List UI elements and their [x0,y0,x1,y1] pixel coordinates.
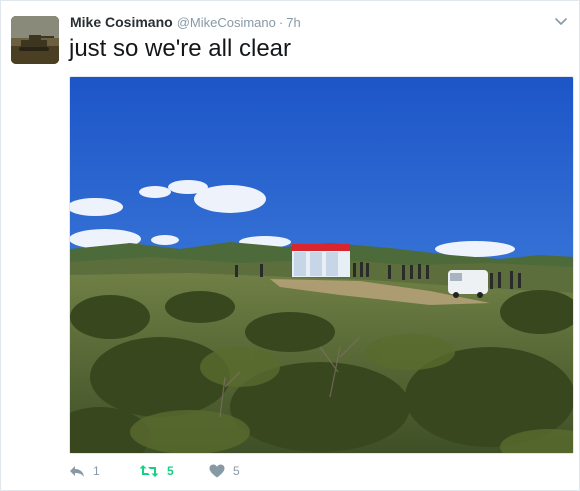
separator-dot: · [278,15,284,30]
tweet-actions: 1 5 5 [69,464,279,478]
reply-button[interactable]: 1 [69,464,139,478]
author-handle[interactable]: @MikeCosimano [177,15,276,30]
reply-count: 1 [93,464,100,478]
tweet-text: just so we're all clear [69,35,291,62]
tank-avatar-icon [11,16,59,64]
chevron-down-icon [555,18,567,25]
retweet-button[interactable]: 5 [139,464,209,478]
retweet-count: 5 [167,464,174,478]
like-count: 5 [233,464,240,478]
tweet-photo[interactable] [69,76,574,454]
heart-icon [209,464,225,478]
author-name[interactable]: Mike Cosimano [70,14,173,30]
tweet-card[interactable]: Mike Cosimano @MikeCosimano · 7h just so… [0,0,580,491]
tweet-header: Mike Cosimano @MikeCosimano · 7h [70,14,301,30]
reply-icon [70,466,84,477]
timestamp[interactable]: 7h [286,15,300,30]
like-button[interactable]: 5 [209,464,279,478]
avatar[interactable] [11,16,59,64]
more-options-button[interactable] [553,14,569,30]
landscape-photo-icon [70,77,573,453]
retweet-icon [139,465,159,477]
